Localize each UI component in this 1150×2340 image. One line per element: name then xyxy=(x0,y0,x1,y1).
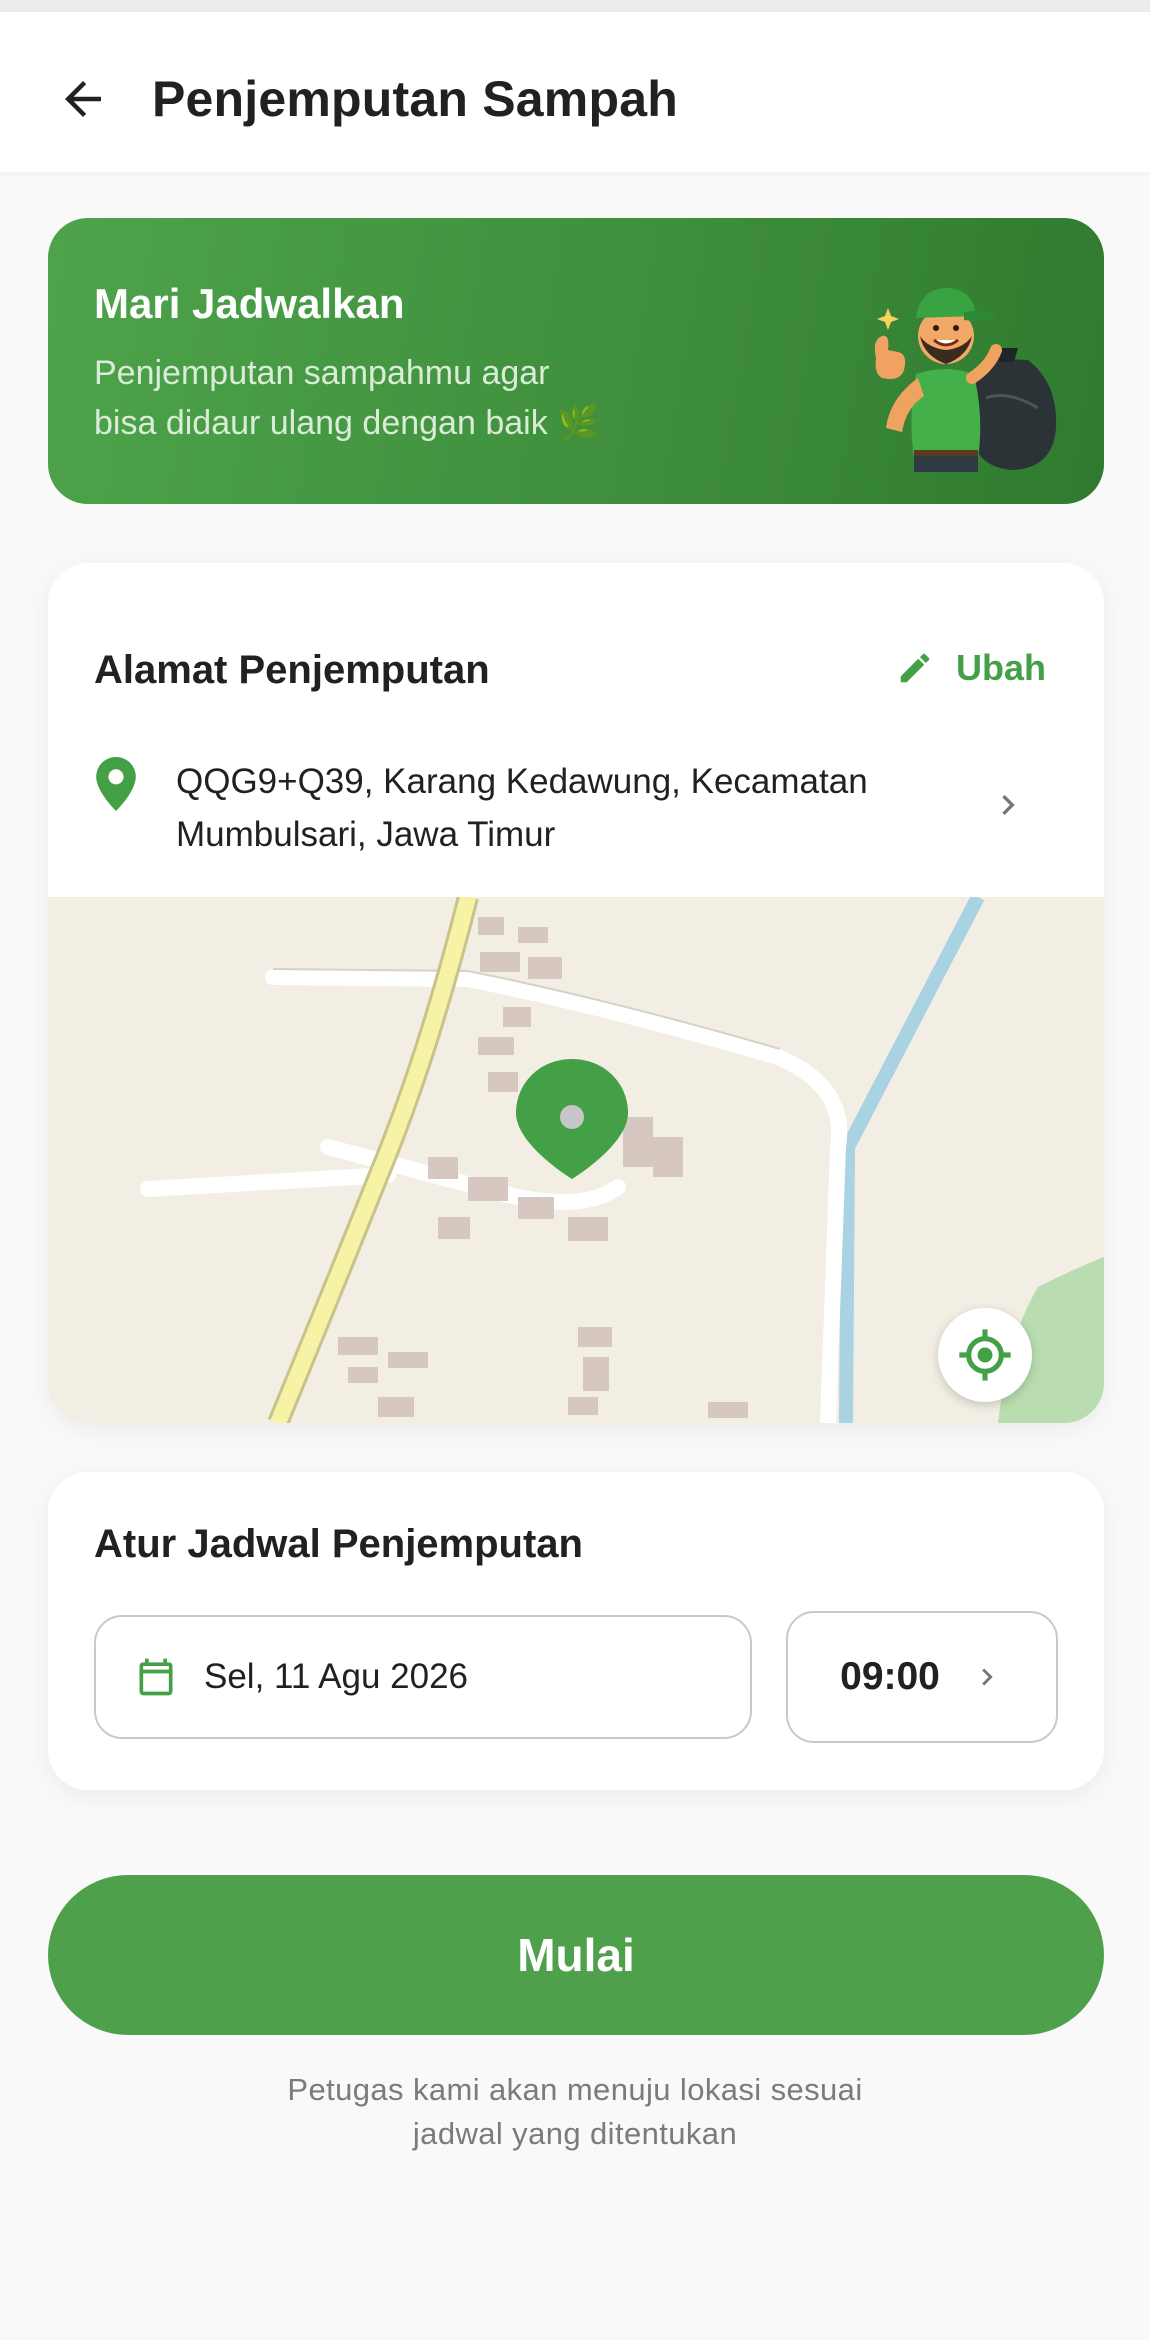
calendar-icon xyxy=(139,1658,173,1696)
time-picker-field[interactable]: 09:00 xyxy=(786,1611,1058,1743)
address-line2: Mumbulsari, Jawa Timur xyxy=(176,815,556,854)
footer-note-line1: Petugas kami akan menuju lokasi sesuai xyxy=(287,2072,863,2107)
start-button[interactable]: Mulai xyxy=(48,1875,1104,2035)
pencil-icon xyxy=(900,653,930,683)
page-title: Penjemputan Sampah xyxy=(152,71,678,127)
back-button[interactable] xyxy=(48,64,118,134)
banner-title: Mari Jadwalkan xyxy=(94,280,405,327)
address-card: Alamat Penjemputan Ubah QQG9+Q39, Karang… xyxy=(48,563,1104,1423)
my-location-button[interactable] xyxy=(938,1308,1032,1402)
footer-note: Petugas kami akan menuju lokasi sesuai j… xyxy=(0,2068,1150,2156)
address-line1: QQG9+Q39, Karang Kedawung, Kecamatan xyxy=(176,762,868,801)
chevron-right-icon xyxy=(982,1668,993,1686)
my-location-icon xyxy=(959,1329,1011,1381)
banner-subtitle-line2: bisa didaur ulang dengan baik 🌿 xyxy=(94,404,600,442)
edit-label: Ubah xyxy=(956,647,1046,688)
promo-banner: Mari Jadwalkan Penjemputan sampahmu agar… xyxy=(48,218,1104,504)
garbage-collector-illustration xyxy=(874,288,1057,472)
arrow-left-icon xyxy=(65,81,101,117)
schedule-title: Atur Jadwal Penjemputan xyxy=(94,1522,583,1566)
address-row[interactable]: QQG9+Q39, Karang Kedawung, Kecamatan Mum… xyxy=(94,755,1074,865)
start-button-label: Mulai xyxy=(517,1929,635,1981)
date-picker-field[interactable]: Sel, 11 Agu 2026 xyxy=(94,1615,752,1739)
location-pin-icon xyxy=(96,757,136,811)
banner-subtitle-line1: Penjemputan sampahmu agar xyxy=(94,354,550,392)
edit-address-button[interactable]: Ubah xyxy=(896,647,1046,689)
date-value: Sel, 11 Agu 2026 xyxy=(204,1657,469,1696)
chevron-right-icon xyxy=(1002,795,1015,815)
app-bar: Penjemputan Sampah xyxy=(0,12,1150,172)
footer-note-line2: jadwal yang ditentukan xyxy=(412,2116,738,2151)
address-title: Alamat Penjemputan xyxy=(94,648,490,692)
address-text: QQG9+Q39, Karang Kedawung, Kecamatan Mum… xyxy=(176,755,976,861)
banner-subtitle: Penjemputan sampahmu agar bisa didaur ul… xyxy=(94,348,714,448)
time-value: 09:00 xyxy=(840,1655,940,1698)
status-bar xyxy=(0,0,1150,12)
schedule-card: Atur Jadwal Penjemputan Sel, 11 Agu 2026… xyxy=(48,1472,1104,1790)
